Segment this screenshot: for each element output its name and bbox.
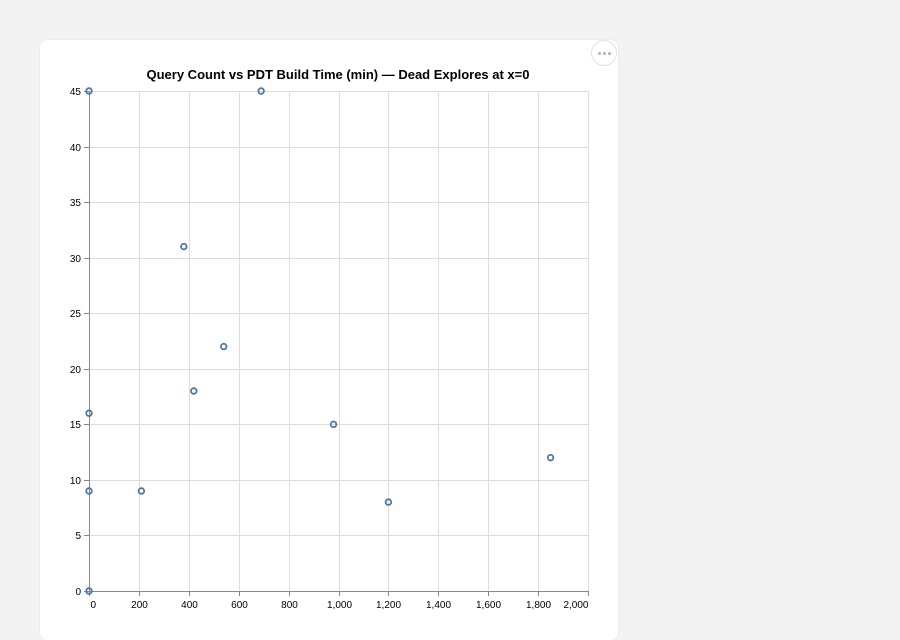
- chart-title: Query Count vs PDT Build Time (min) — De…: [147, 67, 530, 82]
- tick-labels: 0 200 400 600 800 1,000 1,200 1,400 1,600 1,800 2,…: [70, 87, 589, 611]
- y-tick-label: 10: [70, 476, 82, 487]
- scatter-point: [190, 387, 198, 395]
- scatter-point: [180, 242, 188, 251]
- x-tick-label: 1,600: [476, 600, 501, 611]
- y-tick-label: 0: [75, 587, 81, 598]
- x-tick-label: 800: [281, 600, 298, 611]
- y-tick-label: 5: [75, 531, 81, 542]
- axes: [84, 91, 589, 596]
- scatter-point: [220, 342, 228, 351]
- data-points: [85, 87, 555, 595]
- x-tick-label: 200: [131, 600, 148, 611]
- x-tick-label: 600: [231, 600, 248, 611]
- y-tick-label: 15: [70, 420, 82, 431]
- y-tick-label: 40: [70, 143, 82, 154]
- y-tick-label: 45: [70, 87, 82, 98]
- scatter-point: [137, 487, 146, 495]
- y-tick-label: 20: [70, 365, 82, 376]
- y-tick-label: 25: [70, 309, 82, 320]
- y-tick-label: 35: [70, 198, 82, 209]
- x-tick-label: 1,400: [426, 600, 451, 611]
- x-tick-label: 1,200: [376, 600, 401, 611]
- x-tick-label: 400: [181, 600, 198, 611]
- scatter-point: [546, 453, 555, 462]
- x-tick-label: 2,000: [563, 600, 588, 611]
- x-tick-label: 1,800: [526, 600, 551, 611]
- x-tick-label: 0: [91, 600, 97, 611]
- y-tick-label: 30: [70, 254, 82, 265]
- x-tick-label: 1,000: [327, 600, 352, 611]
- scatter-chart: Query Count vs PDT Build Time (min) — De…: [70, 67, 589, 611]
- grid-lines: [89, 91, 589, 592]
